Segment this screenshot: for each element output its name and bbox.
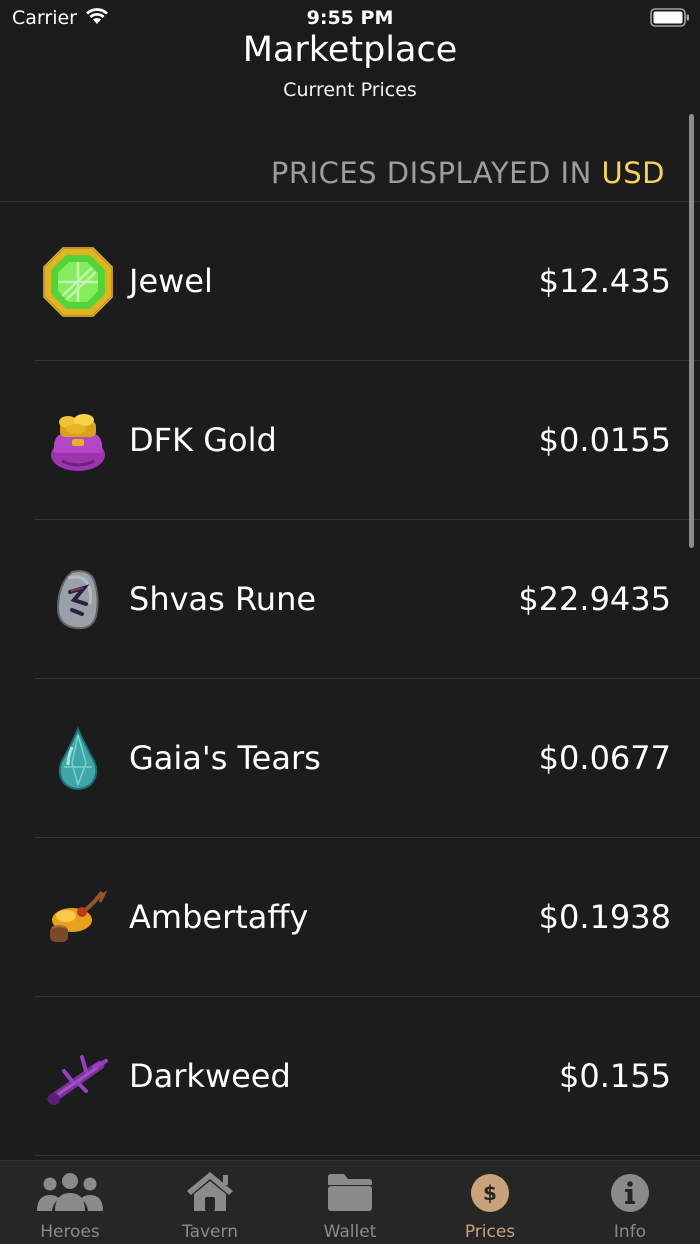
item-price: $22.9435 xyxy=(518,580,671,618)
svg-text:$: $ xyxy=(483,1181,497,1205)
currency-header: PRICES DISPLAYED IN USD xyxy=(271,156,665,190)
row-divider xyxy=(35,1155,700,1156)
info-icon xyxy=(611,1174,649,1212)
house-icon xyxy=(187,1172,233,1211)
price-row-dfk-gold[interactable]: DFK Gold $0.0155 xyxy=(0,361,700,520)
item-price: $0.1938 xyxy=(538,898,671,936)
tab-label: Heroes xyxy=(40,1222,100,1242)
currency-code[interactable]: USD xyxy=(602,156,665,190)
price-row-gaias-tears[interactable]: Gaia's Tears $0.0677 xyxy=(0,679,700,838)
item-name: Shvas Rune xyxy=(129,580,317,618)
tab-wallet[interactable]: Wallet xyxy=(280,1161,420,1244)
item-name: Darkweed xyxy=(129,1057,291,1095)
item-price: $12.435 xyxy=(538,262,671,300)
item-name: DFK Gold xyxy=(129,421,277,459)
clock: 9:55 PM xyxy=(306,7,394,29)
gold-bag-icon xyxy=(51,414,105,471)
dollar-icon: $ xyxy=(471,1174,509,1212)
tab-label: Wallet xyxy=(323,1222,377,1242)
tab-info[interactable]: Info xyxy=(560,1161,700,1244)
item-name: Ambertaffy xyxy=(129,898,309,936)
tear-drop-icon xyxy=(58,726,98,790)
folder-icon xyxy=(328,1174,372,1211)
tab-label: Prices xyxy=(464,1222,516,1242)
item-name: Jewel xyxy=(129,262,213,300)
page-title: Marketplace xyxy=(242,30,458,70)
rune-icon xyxy=(56,570,99,630)
item-price: $0.0155 xyxy=(538,421,671,459)
tab-tavern[interactable]: Tavern xyxy=(140,1161,280,1244)
currency-header-prefix: PRICES DISPLAYED IN xyxy=(270,156,602,190)
item-name: Gaia's Tears xyxy=(129,739,321,777)
darkweed-icon xyxy=(47,1055,108,1105)
price-list: Jewel $12.435 DFK Gold $0.0155 Shvas Run… xyxy=(0,202,700,1156)
heroes-icon xyxy=(37,1173,103,1211)
tab-heroes[interactable]: Heroes xyxy=(0,1161,140,1244)
item-price: $0.155 xyxy=(559,1057,671,1095)
price-row-shvas-rune[interactable]: Shvas Rune $22.9435 xyxy=(0,520,700,679)
jewel-icon xyxy=(43,247,113,317)
ambertaffy-icon xyxy=(50,890,108,942)
tab-label: Info xyxy=(613,1222,647,1242)
page-subtitle: Current Prices xyxy=(283,79,417,101)
tab-label: Tavern xyxy=(182,1222,238,1242)
price-row-darkweed[interactable]: Darkweed $0.155 xyxy=(0,997,700,1156)
price-row-jewel[interactable]: Jewel $12.435 xyxy=(0,202,700,361)
top-bar: Carrier 9:55 PM Marketplace Current Pric… xyxy=(0,0,700,112)
scroll-indicator[interactable] xyxy=(689,114,694,548)
price-row-ambertaffy[interactable]: Ambertaffy $0.1938 xyxy=(0,838,700,997)
battery-icon xyxy=(650,8,689,27)
item-price: $0.0677 xyxy=(538,739,671,777)
tab-prices[interactable]: $ Prices xyxy=(420,1161,560,1244)
tab-bar: Heroes Tavern Wallet $ Prices Info xyxy=(0,1160,700,1244)
prices-list-view[interactable]: PRICES DISPLAYED IN USD Jewel $12.435 DF… xyxy=(0,112,700,1160)
